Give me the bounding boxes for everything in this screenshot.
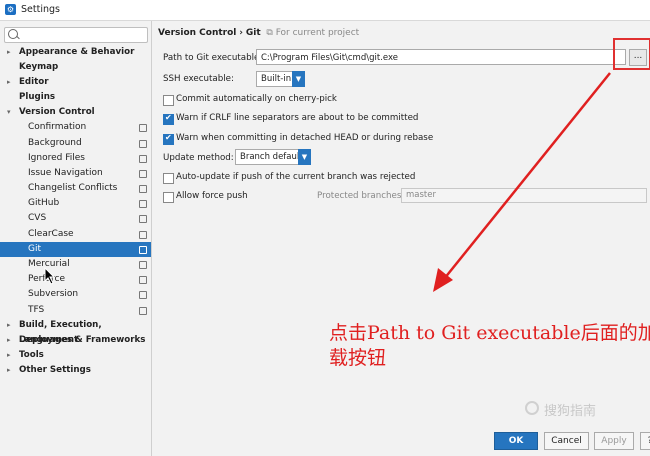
expand-arrow-icon: ▸ <box>7 321 11 329</box>
project-scope-icon <box>139 261 147 269</box>
sidebar-item-label: Keymap <box>19 62 59 72</box>
sidebar-item-label: Other Settings <box>19 365 91 375</box>
sidebar-item-label: Editor <box>19 77 49 87</box>
sidebar-item-label: Tools <box>19 350 44 360</box>
apply-button[interactable]: Apply <box>594 432 634 450</box>
window-title: Settings <box>21 4 60 15</box>
title-bar: ⚙ Settings <box>0 0 650 21</box>
project-scope-icon <box>139 140 147 148</box>
sidebar-item-label: ClearCase <box>28 229 74 239</box>
sidebar-item-label: Subversion <box>28 289 79 299</box>
sidebar-item-keymap[interactable]: Keymap <box>0 60 151 75</box>
sidebar-item-label: TFS <box>28 305 45 315</box>
project-scope-icon <box>139 200 147 208</box>
sidebar-item-issue-navigation[interactable]: Issue Navigation <box>0 166 151 181</box>
annotation-arrow <box>433 72 611 292</box>
sidebar-item-editor[interactable]: ▸ Editor <box>0 75 151 90</box>
sidebar-item-clearcase[interactable]: ClearCase <box>0 227 151 242</box>
mouse-cursor-icon <box>44 267 56 285</box>
expand-arrow-icon: ▸ <box>7 336 11 344</box>
app-icon: ⚙ <box>5 4 16 15</box>
sidebar-item-mercurial[interactable]: Mercurial <box>0 257 151 272</box>
search-input[interactable] <box>4 27 148 43</box>
project-scope-icon <box>139 170 147 178</box>
sidebar-item-build[interactable]: ▸ Build, Execution, Deployment <box>0 318 151 345</box>
sidebar-item-label: Languages & Frameworks <box>19 335 146 345</box>
expand-arrow-icon: ▸ <box>7 78 11 86</box>
sidebar-item-label: Git <box>28 244 42 254</box>
ok-button[interactable]: OK <box>494 432 538 450</box>
project-scope-icon <box>139 124 147 132</box>
project-scope-icon <box>139 155 147 163</box>
sidebar-item-subversion[interactable]: Subversion <box>0 287 151 302</box>
annotation-text: 点击Path to Git executable后面的加载按钮 <box>329 322 650 369</box>
sidebar-item-changelist-conflicts[interactable]: Changelist Conflicts <box>0 181 151 196</box>
sidebar-item-background[interactable]: Background <box>0 136 151 151</box>
project-scope-icon <box>139 185 147 193</box>
sidebar-item-github[interactable]: GitHub <box>0 196 151 211</box>
sidebar-item-plugins[interactable]: Plugins <box>0 90 151 105</box>
sidebar-item-git[interactable]: Git <box>0 242 151 257</box>
watermark-logo-icon <box>525 401 539 415</box>
project-scope-icon <box>139 231 147 239</box>
sidebar-item-other-settings[interactable]: ▸ Other Settings <box>0 363 151 378</box>
search-icon <box>8 29 18 39</box>
project-scope-icon <box>139 246 147 254</box>
sidebar-item-label: Plugins <box>19 92 56 102</box>
sidebar-item-label: Version Control <box>19 107 95 117</box>
project-scope-icon <box>139 307 147 315</box>
sidebar-item-ignored-files[interactable]: Ignored Files <box>0 151 151 166</box>
collapse-arrow-icon: ▾ <box>7 108 11 116</box>
sidebar-item-cvs[interactable]: CVS <box>0 211 151 226</box>
expand-arrow-icon: ▸ <box>7 351 11 359</box>
project-scope-icon <box>139 291 147 299</box>
sidebar-item-label: Issue Navigation <box>28 168 103 178</box>
sidebar-item-languages[interactable]: ▸ Languages & Frameworks <box>0 333 151 348</box>
dialog-button-bar: OK Cancel Apply ? <box>152 425 650 456</box>
cancel-button[interactable]: Cancel <box>544 432 589 450</box>
sidebar-item-tfs[interactable]: TFS <box>0 303 151 318</box>
sidebar-item-label: Ignored Files <box>28 153 85 163</box>
sidebar-item-confirmation[interactable]: Confirmation <box>0 120 151 135</box>
expand-arrow-icon: ▸ <box>7 366 11 374</box>
project-scope-icon <box>139 215 147 223</box>
watermark-text: 搜狗指南 <box>544 404 597 419</box>
git-settings-panel: Version Control › Git ⧉ For current proj… <box>152 21 650 456</box>
sidebar-item-appearance[interactable]: ▸ Appearance & Behavior <box>0 45 151 60</box>
sidebar-item-label: Background <box>28 138 82 148</box>
sidebar-item-tools[interactable]: ▸ Tools <box>0 348 151 363</box>
settings-sidebar: ▸ Appearance & Behavior Keymap ▸ Editor … <box>0 21 152 456</box>
sidebar-item-label: CVS <box>28 213 47 223</box>
project-scope-icon <box>139 276 147 284</box>
help-button[interactable]: ? <box>640 432 650 450</box>
sidebar-item-version-control[interactable]: ▾ Version Control <box>0 105 151 120</box>
sidebar-item-perforce[interactable]: Perforce <box>0 272 151 287</box>
sidebar-item-label: GitHub <box>28 198 60 208</box>
expand-arrow-icon: ▸ <box>7 48 11 56</box>
sidebar-item-label: Confirmation <box>28 122 87 132</box>
sidebar-item-label: Changelist Conflicts <box>28 183 118 193</box>
sidebar-item-label: Appearance & Behavior <box>19 47 135 57</box>
